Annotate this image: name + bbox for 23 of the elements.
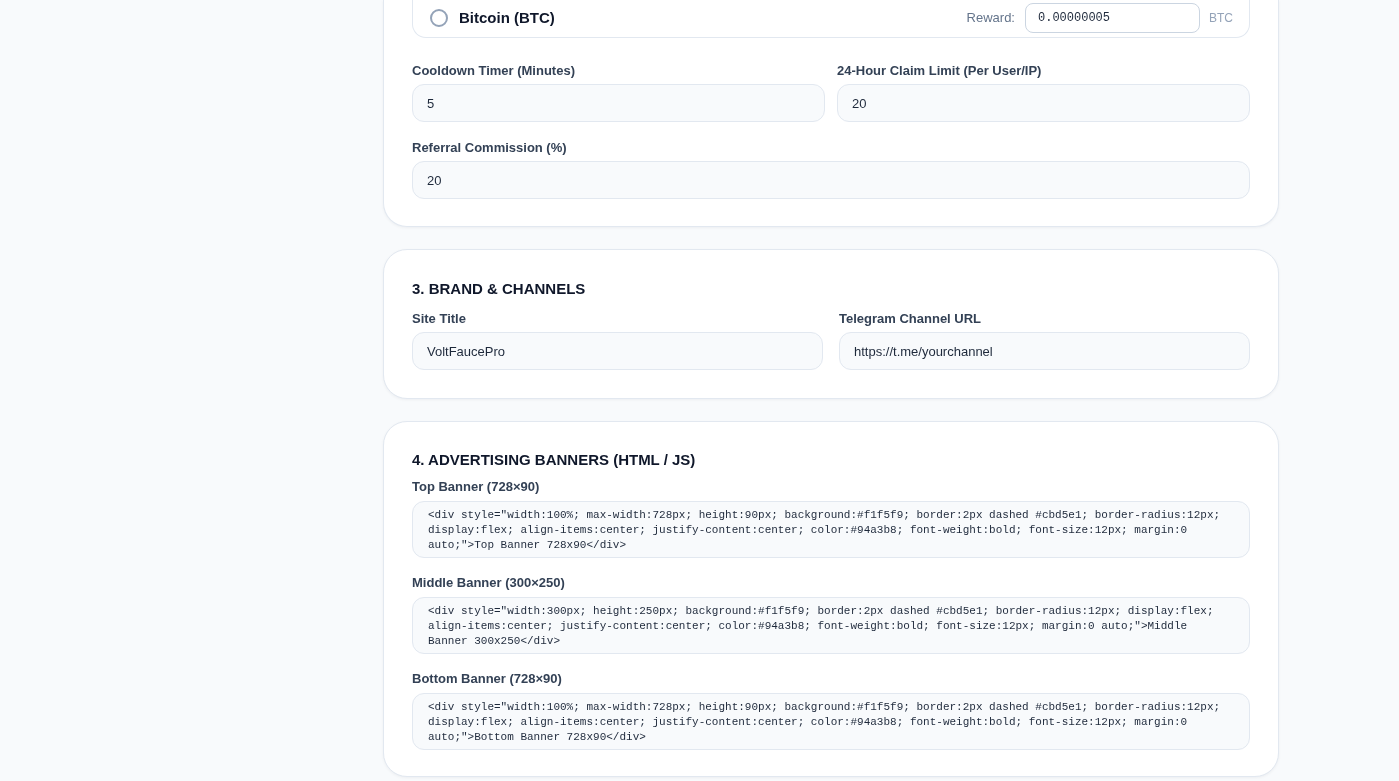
field-label: Telegram Channel URL [839, 311, 983, 327]
coin-name: Bitcoin (BTC) [459, 7, 555, 28]
reward-input[interactable]: 0.00000005 [1025, 3, 1200, 33]
input-field[interactable]: VoltFaucePro [412, 332, 823, 370]
field-label: Site Title [412, 311, 467, 327]
field-label: Referral Commission (%) [412, 140, 568, 156]
radio-button[interactable] [430, 9, 448, 27]
unit-label: BTC [1209, 10, 1233, 27]
section-heading: 3. BRAND & CHANNELS [412, 280, 587, 298]
input-field[interactable]: 20 [412, 161, 1250, 199]
input-field[interactable]: 5 [412, 84, 825, 122]
code-textarea[interactable]: <div style="width:100%; max-width:728px; height:90px; background:#f1f5f9; border:2px dashed #cbd5e1; border-radius:12px; display:flex; align-items:center; justify-content:center; color:#94a3b8; font-weight:bold; font-size:12px; margin:0 auto;">Bottom Banner 728x90</div> [412, 693, 1250, 750]
field-label: Bottom Banner (728×90) [412, 671, 563, 687]
reward-label: Reward: [966, 9, 1015, 28]
field-label: 24-Hour Claim Limit (Per User/IP) [837, 63, 1043, 79]
code-textarea[interactable]: <div style="width:100%; max-width:728px; height:90px; background:#f1f5f9; border:2px dashed #cbd5e1; border-radius:12px; display:flex; align-items:center; justify-content:center; color:#94a3b8; font-weight:bold; font-size:12px; margin:0 auto;">Top Banner 728x90</div> [412, 501, 1250, 558]
section-heading: 4. ADVERTISING BANNERS (HTML / JS) [412, 451, 697, 469]
input-field[interactable]: https://t.me/yourchannel [839, 332, 1250, 370]
input-field[interactable]: 20 [837, 84, 1250, 122]
code-textarea[interactable]: <div style="width:300px; height:250px; background:#f1f5f9; border:2px dashed #cbd5e1; border-radius:12px; display:flex; align-items:center; justify-content:center; color:#94a3b8; font-weight:bold; font-size:12px; margin:0 auto;">Middle Banner 300x250</div> [412, 597, 1250, 654]
field-label: Top Banner (728×90) [412, 479, 541, 495]
field-label: Cooldown Timer (Minutes) [412, 63, 576, 79]
field-label: Middle Banner (300×250) [412, 575, 566, 591]
